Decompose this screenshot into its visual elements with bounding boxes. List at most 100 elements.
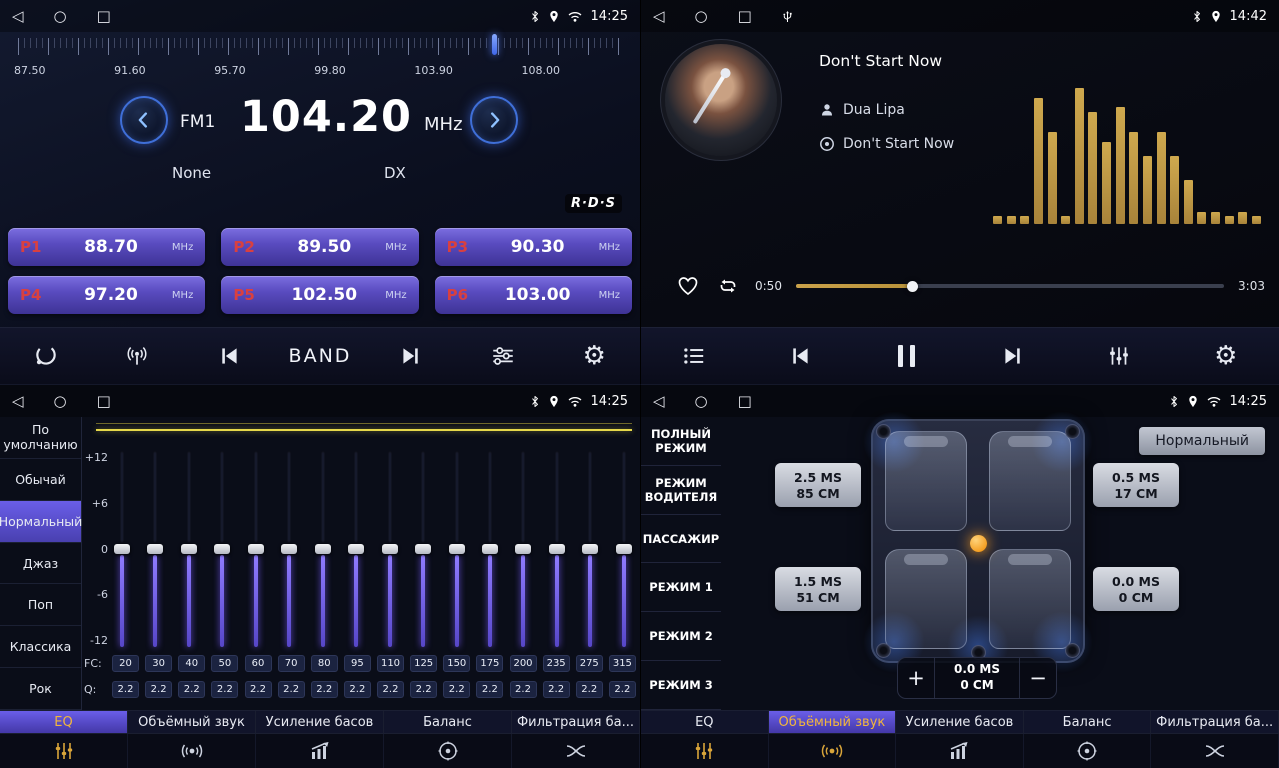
- surround-mode-item[interactable]: РЕЖИМ 1: [641, 563, 721, 612]
- delay-front-left[interactable]: 2.5 MS 85 CM: [775, 463, 861, 507]
- preset-button[interactable]: P5 102.50 MHz: [221, 276, 418, 314]
- home-button[interactable]: ○: [695, 7, 708, 25]
- eq-band-slider[interactable]: [112, 451, 132, 647]
- eq-band-slider[interactable]: [480, 451, 500, 647]
- tab-surround[interactable]: Объёмный звук: [128, 711, 256, 768]
- slider-knob[interactable]: [181, 544, 197, 554]
- increase-delay-button[interactable]: +: [898, 658, 934, 698]
- slider-knob[interactable]: [616, 544, 632, 554]
- recents-button[interactable]: □: [738, 392, 752, 410]
- slider-knob[interactable]: [214, 544, 230, 554]
- eq-preset-item[interactable]: Обычай: [0, 459, 81, 501]
- tab-filter[interactable]: Фильтрация ба...: [1151, 711, 1279, 768]
- surround-mode-item[interactable]: ПАССАЖИР: [641, 515, 721, 564]
- previous-station-button[interactable]: [199, 334, 259, 378]
- pause-button[interactable]: [877, 334, 937, 378]
- delay-rear-right[interactable]: 0.0 MS 0 CM: [1093, 567, 1179, 611]
- slider-knob[interactable]: [315, 544, 331, 554]
- eq-band-slider[interactable]: [246, 451, 266, 647]
- scan-button[interactable]: [16, 334, 76, 378]
- broadcast-button[interactable]: [107, 334, 167, 378]
- tab-balance[interactable]: Баланс: [1024, 711, 1152, 768]
- profile-button[interactable]: Нормальный: [1139, 427, 1265, 455]
- eq-band-slider[interactable]: [346, 451, 366, 647]
- settings-button[interactable]: ⚙: [1196, 334, 1256, 378]
- slider-knob[interactable]: [449, 544, 465, 554]
- back-button[interactable]: ◁: [12, 392, 24, 410]
- eq-preset-item[interactable]: Рок: [0, 668, 81, 710]
- previous-track-button[interactable]: [770, 334, 830, 378]
- settings-button[interactable]: ⚙: [564, 334, 624, 378]
- slider-knob[interactable]: [482, 544, 498, 554]
- home-button[interactable]: ○: [54, 7, 67, 25]
- tune-down-button[interactable]: [120, 96, 168, 144]
- preset-button[interactable]: P2 89.50 MHz: [221, 228, 418, 266]
- eq-band-slider[interactable]: [145, 451, 165, 647]
- preset-button[interactable]: P1 88.70 MHz: [8, 228, 205, 266]
- slider-knob[interactable]: [515, 544, 531, 554]
- slider-knob[interactable]: [248, 544, 264, 554]
- listening-position-marker[interactable]: [970, 535, 987, 552]
- eq-band-slider[interactable]: [580, 451, 600, 647]
- surround-mode-item[interactable]: РЕЖИМ ВОДИТЕЛЯ: [641, 466, 721, 515]
- preset-button[interactable]: P4 97.20 MHz: [8, 276, 205, 314]
- slider-knob[interactable]: [114, 544, 130, 554]
- eq-band-slider[interactable]: [313, 451, 333, 647]
- eq-preset-item[interactable]: Джаз: [0, 543, 81, 585]
- tab-bass-boost[interactable]: Усиление басов: [256, 711, 384, 768]
- tab-eq[interactable]: EQ: [641, 711, 769, 768]
- slider-knob[interactable]: [415, 544, 431, 554]
- tab-balance[interactable]: Баланс: [384, 711, 512, 768]
- surround-mode-item[interactable]: РЕЖИМ 3: [641, 661, 721, 710]
- preset-button[interactable]: P3 90.30 MHz: [435, 228, 632, 266]
- eq-preset-item[interactable]: По умолчанию: [0, 417, 81, 459]
- eq-band-slider[interactable]: [614, 451, 634, 647]
- surround-mode-item[interactable]: РЕЖИМ 2: [641, 612, 721, 661]
- preset-button[interactable]: P6 103.00 MHz: [435, 276, 632, 314]
- slider-knob[interactable]: [549, 544, 565, 554]
- eq-band-slider[interactable]: [179, 451, 199, 647]
- tab-filter[interactable]: Фильтрация ба...: [512, 711, 640, 768]
- tab-bass-boost[interactable]: Усиление басов: [896, 711, 1024, 768]
- radio-settings-sliders-button[interactable]: [473, 334, 533, 378]
- next-track-button[interactable]: [983, 334, 1043, 378]
- eq-preset-item[interactable]: Поп: [0, 584, 81, 626]
- repeat-button[interactable]: [715, 274, 741, 298]
- slider-knob[interactable]: [348, 544, 364, 554]
- slider-knob[interactable]: [147, 544, 163, 554]
- eq-preset-item[interactable]: Нормальный: [0, 501, 81, 543]
- tab-surround[interactable]: Объёмный звук: [769, 711, 897, 768]
- slider-knob[interactable]: [382, 544, 398, 554]
- home-button[interactable]: ○: [54, 392, 67, 410]
- delay-front-right[interactable]: 0.5 MS 17 CM: [1093, 463, 1179, 507]
- next-station-button[interactable]: [381, 334, 441, 378]
- eq-band-slider[interactable]: [447, 451, 467, 647]
- back-button[interactable]: ◁: [653, 7, 665, 25]
- tune-up-button[interactable]: [470, 96, 518, 144]
- back-button[interactable]: ◁: [653, 392, 665, 410]
- eq-band-slider[interactable]: [547, 451, 567, 647]
- surround-mode-item[interactable]: ПОЛНЫЙ РЕЖИМ: [641, 417, 721, 466]
- slider-knob[interactable]: [582, 544, 598, 554]
- recents-button[interactable]: □: [738, 7, 752, 25]
- playlist-button[interactable]: [664, 334, 724, 378]
- delay-rear-left[interactable]: 1.5 MS 51 CM: [775, 567, 861, 611]
- eq-band-slider[interactable]: [380, 451, 400, 647]
- progress-knob[interactable]: [907, 281, 918, 292]
- eq-band-slider[interactable]: [212, 451, 232, 647]
- band-button[interactable]: BAND: [290, 334, 350, 378]
- decrease-delay-button[interactable]: −: [1020, 658, 1056, 698]
- equalizer-button[interactable]: [1089, 334, 1149, 378]
- tab-eq[interactable]: EQ: [0, 711, 128, 768]
- slider-knob[interactable]: [281, 544, 297, 554]
- recents-button[interactable]: □: [97, 392, 111, 410]
- favorite-button[interactable]: [675, 274, 701, 298]
- eq-preset-item[interactable]: Классика: [0, 626, 81, 668]
- progress-bar[interactable]: [796, 284, 1224, 288]
- eq-band-slider[interactable]: [279, 451, 299, 647]
- back-button[interactable]: ◁: [12, 7, 24, 25]
- home-button[interactable]: ○: [695, 392, 708, 410]
- recents-button[interactable]: □: [97, 7, 111, 25]
- eq-band-slider[interactable]: [413, 451, 433, 647]
- eq-band-slider[interactable]: [513, 451, 533, 647]
